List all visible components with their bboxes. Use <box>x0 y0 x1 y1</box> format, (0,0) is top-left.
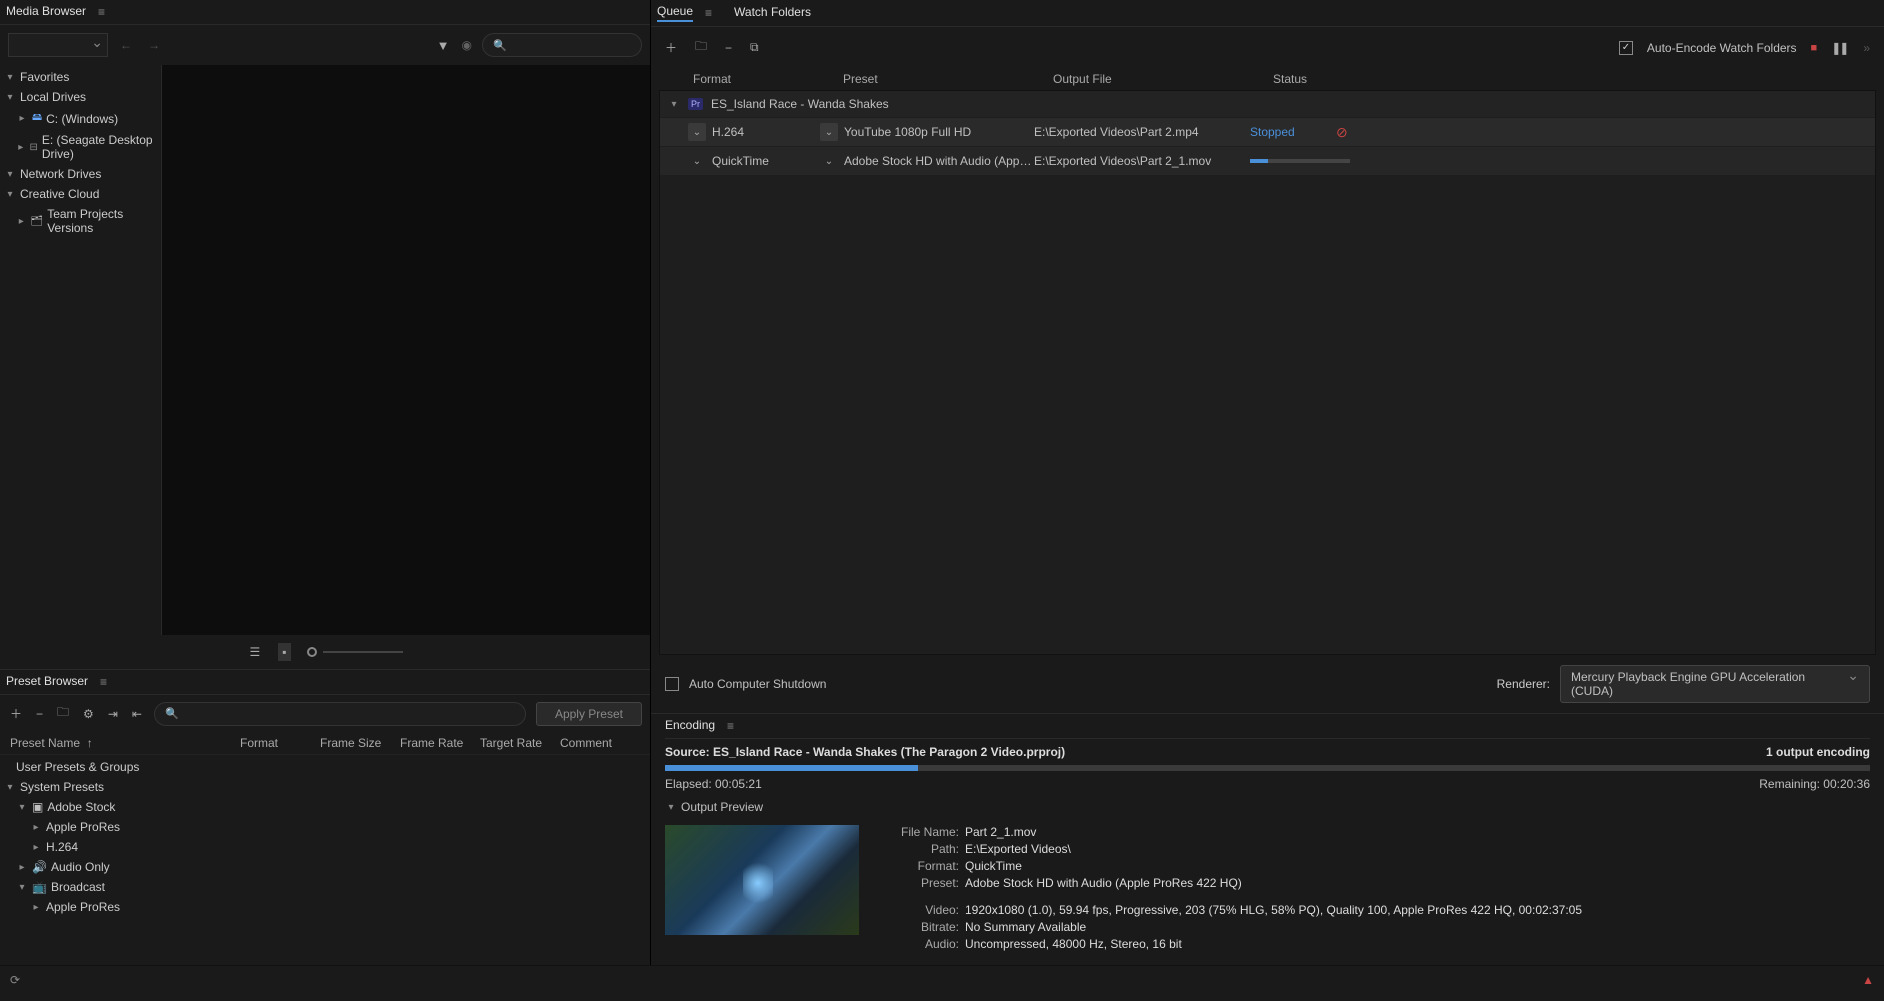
remove-icon[interactable]: − <box>723 39 734 57</box>
job-title: ES_Island Race - Wanda Shakes <box>711 97 889 111</box>
preset-dropdown[interactable]: ⌄ <box>820 123 838 141</box>
preset-search-input[interactable]: 🔍 <box>154 702 526 726</box>
premiere-icon: Pr <box>688 98 703 110</box>
export-preset-icon[interactable]: ⇤ <box>130 705 144 723</box>
tree-e-drive[interactable]: ▸⊟E: (Seagate Desktop Drive) <box>0 130 161 164</box>
queue-output-row[interactable]: ⌄ QuickTime ⌄ Adobe Stock HD with Audio … <box>660 147 1875 175</box>
preset-browser-title: Preset Browser <box>6 674 88 690</box>
sync-icon[interactable]: ⟳ <box>10 973 20 987</box>
tree-c-drive[interactable]: ▸🖴C: (Windows) <box>0 107 161 130</box>
panel-menu-icon[interactable]: ≡ <box>100 675 107 689</box>
renderer-label: Renderer: <box>1497 677 1550 691</box>
preset-dropdown[interactable]: ⌄ <box>820 152 838 170</box>
tree-h264[interactable]: ▸H.264 <box>0 837 650 857</box>
auto-encode-label: Auto-Encode Watch Folders <box>1647 41 1797 55</box>
tab-watch-folders[interactable]: Watch Folders <box>734 5 811 21</box>
ingest-icon[interactable]: ◉ <box>460 36 474 54</box>
remove-preset-icon[interactable]: − <box>34 705 45 723</box>
tree-user-presets[interactable]: User Presets & Groups <box>0 757 650 777</box>
renderer-dropdown[interactable]: Mercury Playback Engine GPU Acceleration… <box>1560 665 1870 703</box>
encoding-output-count: 1 output encoding <box>1766 745 1870 759</box>
output-preview-toggle[interactable]: ▾Output Preview <box>665 797 1870 817</box>
preset-tree: User Presets & Groups ▾System Presets ▾▣… <box>0 755 650 965</box>
media-content-area <box>162 65 650 635</box>
tab-queue[interactable]: Queue <box>657 4 693 22</box>
queue-output-row[interactable]: ⌄ H.264 ⌄ YouTube 1080p Full HD E:\Expor… <box>660 118 1875 146</box>
format-dropdown[interactable]: ⌄ <box>688 152 706 170</box>
media-browser-header: Media Browser ≡ <box>0 0 650 25</box>
add-preset-icon[interactable]: ＋ <box>8 703 24 724</box>
queue-list: ▾ Pr ES_Island Race - Wanda Shakes ⌄ H.2… <box>659 90 1876 655</box>
preset-columns-header: Preset Name ↑ Format Frame Size Frame Ra… <box>0 732 650 755</box>
remaining-time: Remaining: 00:20:36 <box>1759 777 1870 791</box>
pause-queue-icon[interactable]: ❚❚ <box>1831 41 1847 55</box>
duplicate-icon[interactable]: ⧉ <box>748 38 761 57</box>
chevron-down-icon <box>1847 670 1859 698</box>
preset-browser-header: Preset Browser ≡ <box>0 670 650 695</box>
nav-forward-icon[interactable]: → <box>144 38 164 52</box>
encoding-details: File Name:Part 2_1.mov Path:E:\Exported … <box>879 825 1582 951</box>
expand-icon[interactable]: » <box>1861 39 1872 57</box>
list-view-icon[interactable]: ☰ <box>247 643 262 661</box>
panel-menu-icon[interactable]: ≡ <box>705 6 712 20</box>
auto-shutdown-label: Auto Computer Shutdown <box>689 677 826 691</box>
queue-job-header[interactable]: ▾ Pr ES_Island Race - Wanda Shakes <box>660 91 1875 117</box>
search-icon: 🔍 <box>493 39 507 52</box>
encoding-source: Source: ES_Island Race - Wanda Shakes (T… <box>665 745 1065 759</box>
tree-apple-prores[interactable]: ▸Apple ProRes <box>0 817 650 837</box>
new-group-icon[interactable]: 🗀 <box>55 701 71 726</box>
tree-adobe-stock[interactable]: ▾▣Adobe Stock <box>0 797 650 817</box>
status-bar: ⟳ ▲ <box>0 965 1884 993</box>
auto-encode-checkbox[interactable] <box>1619 41 1633 55</box>
preview-thumbnail <box>665 825 859 935</box>
nav-back-icon[interactable]: ← <box>116 38 136 52</box>
preset-settings-icon[interactable]: ⚙ <box>81 705 96 723</box>
import-preset-icon[interactable]: ⇥ <box>106 705 120 723</box>
tree-local-drives[interactable]: ▾Local Drives <box>0 87 161 107</box>
chevron-down-icon <box>91 37 103 54</box>
media-browser-tree: ▾Favorites ▾Local Drives ▸🖴C: (Windows) … <box>0 65 162 635</box>
tree-creative-cloud[interactable]: ▾Creative Cloud <box>0 184 161 204</box>
tree-system-presets[interactable]: ▾System Presets <box>0 777 650 797</box>
warning-icon[interactable]: ▲ <box>1862 973 1874 987</box>
error-icon: ⊘ <box>1336 124 1348 141</box>
queue-columns-header: Format Preset Output File Status <box>651 68 1884 90</box>
tree-apple-prores-2[interactable]: ▸Apple ProRes <box>0 897 650 917</box>
tree-network-drives[interactable]: ▾Network Drives <box>0 164 161 184</box>
panel-menu-icon[interactable]: ≡ <box>727 719 734 733</box>
apply-preset-button[interactable]: Apply Preset <box>536 702 642 726</box>
queue-header: Queue ≡ Watch Folders <box>651 0 1884 27</box>
encoding-header: Encoding ≡ <box>665 714 1870 739</box>
stop-queue-icon[interactable]: ■ <box>1811 42 1818 54</box>
add-source-icon[interactable]: ＋ <box>663 37 679 58</box>
thumbnail-view-icon[interactable]: ▪ <box>278 643 290 661</box>
format-dropdown[interactable]: ⌄ <box>688 123 706 141</box>
add-output-icon[interactable]: 🗀 <box>693 35 709 60</box>
media-location-dropdown[interactable] <box>8 33 108 57</box>
tree-favorites[interactable]: ▾Favorites <box>0 67 161 87</box>
status-stopped: Stopped <box>1250 125 1336 139</box>
tree-team-projects[interactable]: ▸🗂Team Projects Versions <box>0 204 161 238</box>
elapsed-time: Elapsed: 00:05:21 <box>665 777 762 791</box>
encoding-title: Encoding <box>665 718 715 734</box>
media-browser-title: Media Browser <box>6 4 86 20</box>
media-search-input[interactable]: 🔍 <box>482 33 642 57</box>
tree-broadcast[interactable]: ▾📺Broadcast <box>0 877 650 897</box>
auto-shutdown-checkbox[interactable] <box>665 677 679 691</box>
panel-menu-icon[interactable]: ≡ <box>98 5 105 19</box>
tree-audio-only[interactable]: ▸🔊Audio Only <box>0 857 650 877</box>
zoom-slider[interactable] <box>307 647 403 657</box>
encode-progress-bar <box>1250 159 1350 163</box>
search-icon: 🔍 <box>165 707 179 720</box>
filter-icon[interactable]: ▼ <box>435 36 452 55</box>
